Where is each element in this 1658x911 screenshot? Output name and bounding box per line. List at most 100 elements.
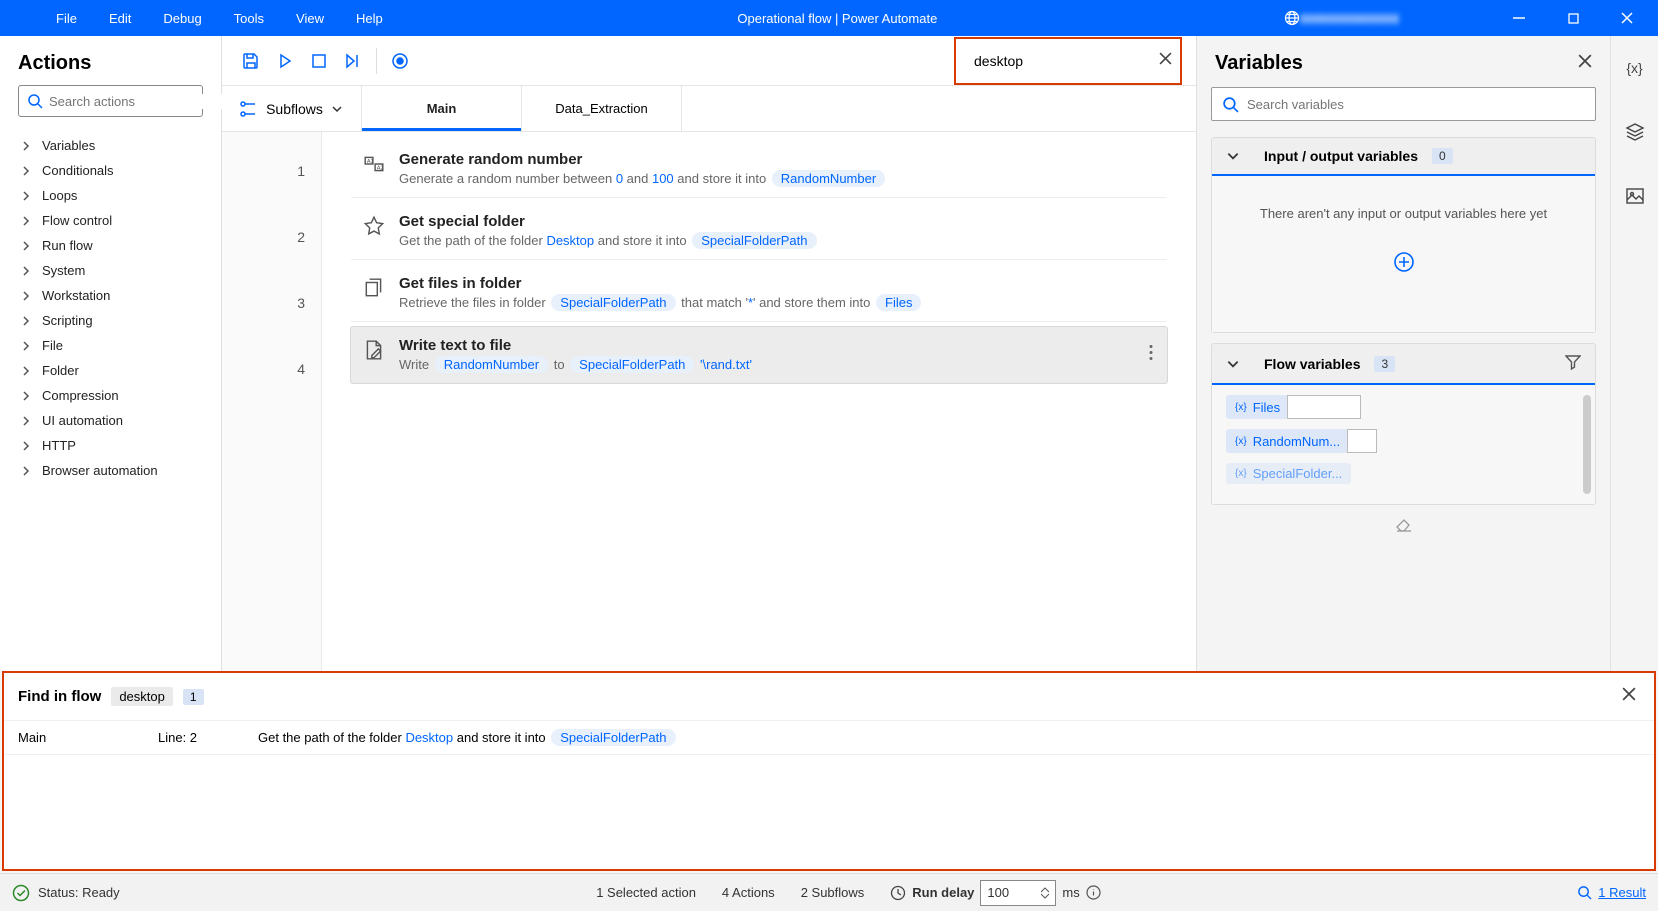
record-icon — [391, 52, 409, 70]
line-number: 1 — [222, 138, 321, 204]
step-description: Generate a random number between 0 and 1… — [399, 170, 887, 187]
chevron-right-icon — [20, 290, 32, 302]
menu-tools[interactable]: Tools — [218, 0, 280, 36]
result-link[interactable]: 1 Result — [1577, 885, 1646, 900]
action-category[interactable]: UI automation — [0, 408, 221, 433]
action-category[interactable]: File — [0, 333, 221, 358]
flow-variables-section: Flow variables 3 {x}Files {x}RandomNum..… — [1211, 343, 1596, 505]
record-button[interactable] — [383, 44, 417, 78]
chevron-right-icon — [20, 165, 32, 177]
variables-rail-button[interactable]: {x} — [1619, 52, 1651, 84]
clear-variables-button[interactable] — [1211, 515, 1596, 542]
chevron-right-icon — [20, 415, 32, 427]
files-icon — [363, 277, 385, 299]
action-category[interactable]: Loops — [0, 183, 221, 208]
flow-step[interactable]: Get files in folder Retrieve the files i… — [350, 264, 1168, 322]
variable-row[interactable]: {x}RandomNum... — [1226, 429, 1581, 453]
io-count-badge: 0 — [1432, 148, 1453, 164]
titlebar: File Edit Debug Tools View Help Operatio… — [0, 0, 1658, 36]
maximize-button[interactable] — [1550, 0, 1596, 36]
close-find-button[interactable] — [1618, 683, 1640, 710]
variables-search[interactable] — [1211, 87, 1596, 121]
action-category[interactable]: HTTP — [0, 433, 221, 458]
check-circle-icon — [12, 884, 30, 902]
step-description: Retrieve the files in folder SpecialFold… — [399, 294, 923, 311]
flow-step[interactable]: A1A2 Generate random number Generate a r… — [350, 140, 1168, 198]
io-section-title: Input / output variables — [1264, 148, 1418, 164]
status-actions-count: 4 Actions — [722, 885, 775, 900]
right-rail: {x} — [1610, 36, 1658, 671]
menu-file[interactable]: File — [40, 0, 93, 36]
chevron-down-icon — [1041, 893, 1049, 899]
environment-area: ▮▮▮▮▮▮▮▮▮▮▮▮▮▮▮ — [1276, 10, 1496, 26]
step-more-button[interactable] — [1149, 345, 1153, 366]
action-category[interactable]: Flow control — [0, 208, 221, 233]
step-button[interactable] — [336, 44, 370, 78]
flow-search-input[interactable] — [974, 53, 1155, 69]
variables-title: Variables — [1215, 52, 1303, 75]
layers-rail-button[interactable] — [1619, 116, 1651, 148]
action-category[interactable]: Folder — [0, 358, 221, 383]
images-rail-button[interactable] — [1619, 180, 1651, 212]
variable-pill: {x}SpecialFolder... — [1226, 463, 1351, 484]
flow-section-header[interactable]: Flow variables 3 — [1212, 344, 1595, 385]
chevron-right-icon — [20, 240, 32, 252]
line-number: 4 — [222, 336, 321, 402]
close-variables-button[interactable] — [1578, 54, 1592, 73]
subflows-dropdown[interactable]: Subflows — [222, 86, 362, 131]
action-category[interactable]: Workstation — [0, 283, 221, 308]
chevron-right-icon — [20, 140, 32, 152]
delay-spinner[interactable] — [1041, 887, 1049, 899]
menu-edit[interactable]: Edit — [93, 0, 147, 36]
tab-data-extraction[interactable]: Data_Extraction — [522, 86, 682, 131]
action-category[interactable]: Compression — [0, 383, 221, 408]
stop-button[interactable] — [302, 44, 336, 78]
search-icon — [1222, 96, 1239, 113]
variables-search-input[interactable] — [1247, 97, 1585, 112]
run-button[interactable] — [268, 44, 302, 78]
chevron-right-icon — [20, 365, 32, 377]
chevron-right-icon — [20, 315, 32, 327]
scrollbar[interactable] — [1583, 395, 1591, 494]
more-icon — [1149, 345, 1153, 361]
action-category[interactable]: Variables — [0, 133, 221, 158]
save-button[interactable] — [234, 44, 268, 78]
flow-step-selected[interactable]: Write text to file Write RandomNumber to… — [350, 326, 1168, 384]
random-icon: A1A2 — [363, 153, 385, 175]
run-delay-input[interactable]: 100 — [980, 880, 1056, 906]
action-category[interactable]: Run flow — [0, 233, 221, 258]
chevron-right-icon — [20, 340, 32, 352]
flow-section-title: Flow variables — [1264, 356, 1360, 372]
menu-help[interactable]: Help — [340, 0, 399, 36]
add-io-variable-button[interactable] — [1232, 251, 1575, 276]
variable-pill: {x}RandomNum... — [1226, 429, 1349, 453]
actions-search[interactable] — [18, 85, 203, 117]
find-result-row[interactable]: Main Line: 2 Get the path of the folder … — [4, 720, 1654, 755]
info-icon[interactable] — [1086, 885, 1101, 900]
action-category[interactable]: System — [0, 258, 221, 283]
action-category[interactable]: Browser automation — [0, 458, 221, 483]
variable-pill: {x}Files — [1226, 395, 1289, 419]
variable-row[interactable]: {x}SpecialFolder... — [1226, 463, 1581, 484]
flow-search-box[interactable] — [954, 37, 1182, 85]
menu-debug[interactable]: Debug — [147, 0, 217, 36]
variable-row[interactable]: {x}Files — [1226, 395, 1581, 419]
actions-list[interactable]: Variables Conditionals Loops Flow contro… — [0, 129, 221, 671]
action-category[interactable]: Conditionals — [0, 158, 221, 183]
result-text: 1 Result — [1598, 885, 1646, 900]
action-category[interactable]: Scripting — [0, 308, 221, 333]
status-selected: 1 Selected action — [596, 885, 696, 900]
io-section-header[interactable]: Input / output variables 0 — [1212, 138, 1595, 176]
menu-view[interactable]: View — [280, 0, 340, 36]
filter-button[interactable] — [1565, 354, 1581, 373]
star-icon — [363, 215, 385, 237]
minimize-button[interactable] — [1496, 0, 1542, 36]
flow-step[interactable]: Get special folder Get the path of the f… — [350, 202, 1168, 260]
tab-main[interactable]: Main — [362, 86, 522, 131]
clear-search-button[interactable] — [1155, 48, 1176, 74]
chevron-right-icon — [20, 440, 32, 452]
actions-search-input[interactable] — [49, 94, 225, 109]
find-count: 1 — [183, 689, 204, 705]
close-button[interactable] — [1604, 0, 1650, 36]
find-term: desktop — [111, 687, 173, 706]
